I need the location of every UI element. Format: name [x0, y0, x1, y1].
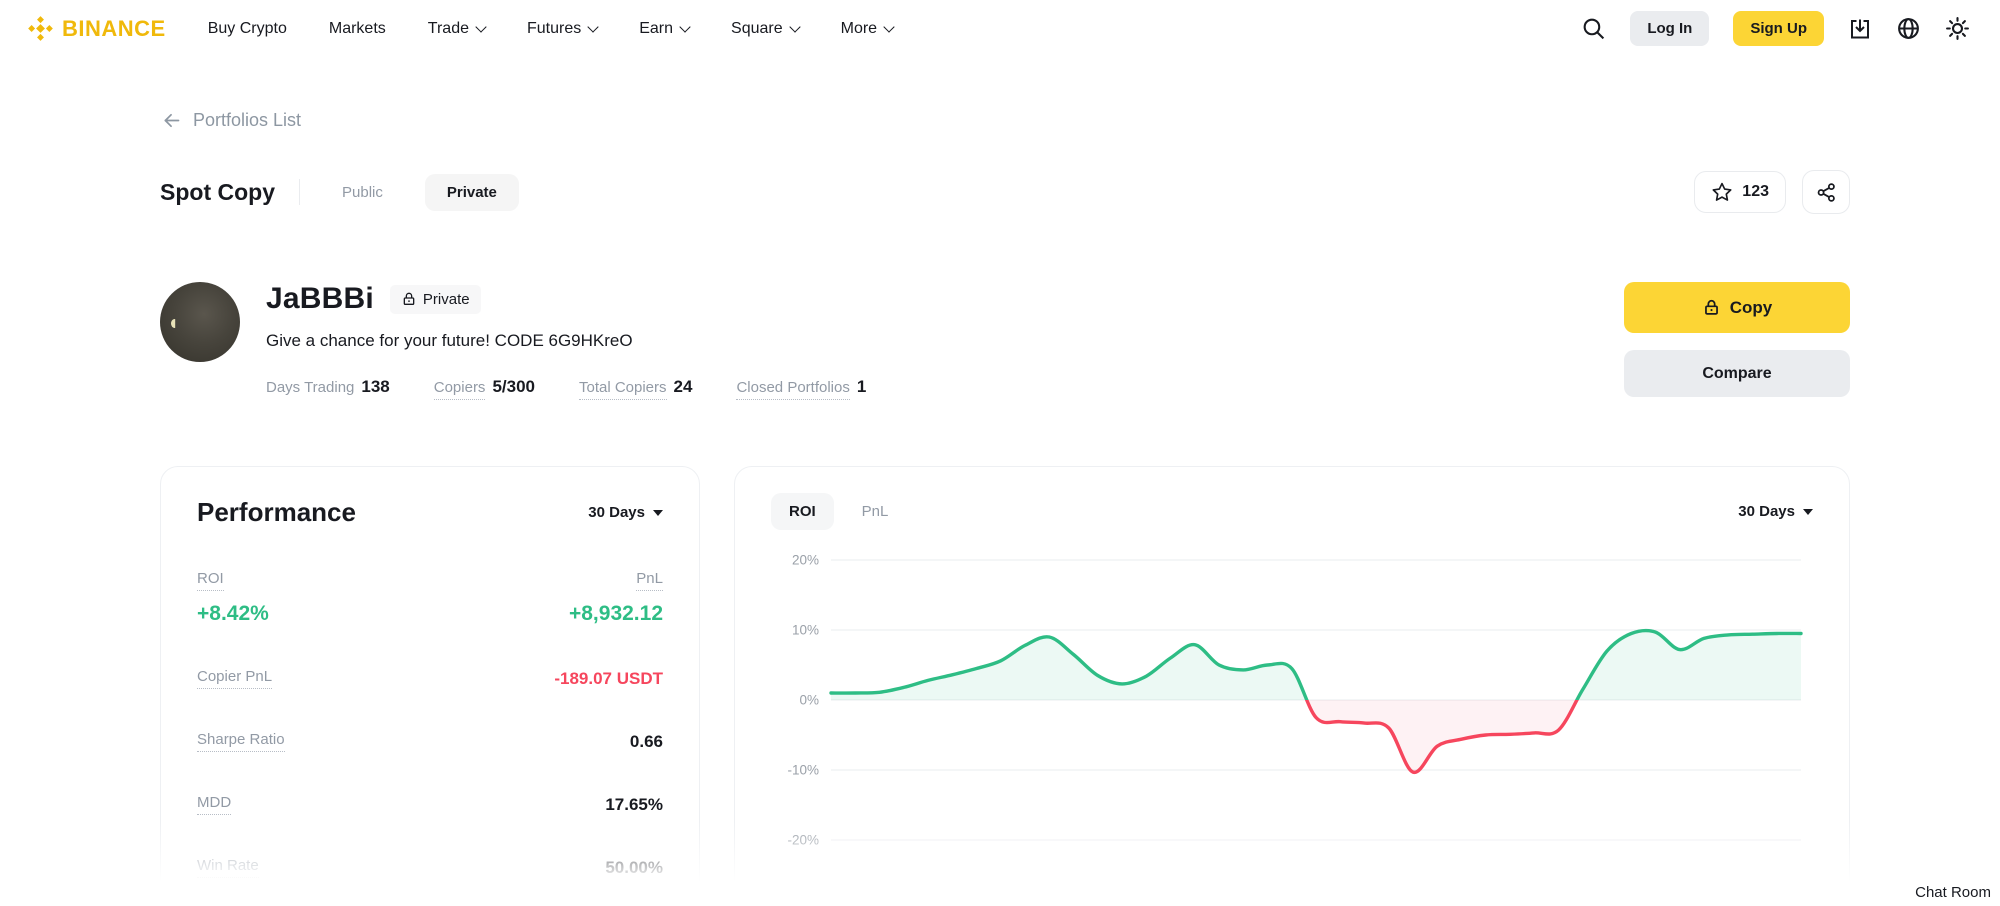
trader-description: Give a chance for your future! CODE 6G9H…: [266, 331, 866, 351]
nav-item-trade[interactable]: Trade: [428, 20, 485, 38]
win-rate-label[interactable]: Win Rate: [197, 857, 259, 878]
sharpe-ratio-value: 0.66: [630, 732, 663, 752]
favorites-count: 123: [1742, 183, 1769, 201]
chevron-down-icon: [883, 21, 894, 32]
avatar-moon-detail: [171, 319, 178, 328]
mdd-row: MDD 17.65%: [197, 794, 663, 815]
share-icon: [1816, 182, 1837, 203]
stat-copiers[interactable]: Copiers 5/300: [434, 377, 535, 400]
mdd-label[interactable]: MDD: [197, 794, 231, 815]
trader-profile: JaBBBi Private Give a chance for your fu…: [160, 282, 1850, 400]
chart-period-select[interactable]: 30 Days: [1738, 503, 1813, 520]
globe-icon[interactable]: [1896, 16, 1921, 41]
roi-chart-card: ROI PnL 30 Days 20% 10% 0% -10% -20%: [734, 466, 1850, 906]
nav-item-buy-crypto[interactable]: Buy Crypto: [208, 20, 287, 38]
roi-chart: 20% 10% 0% -10% -20%: [771, 544, 1813, 894]
search-icon[interactable]: [1581, 16, 1606, 41]
top-nav: BINANCE Buy Crypto Markets Trade Futures…: [0, 0, 2000, 57]
divider: [299, 179, 300, 205]
copier-pnl-row: Copier PnL -189.07 USDT: [197, 668, 663, 689]
caret-down-icon: [653, 510, 663, 516]
mdd-value: 17.65%: [605, 795, 663, 815]
share-button[interactable]: [1802, 170, 1850, 214]
trader-name: JaBBBi: [266, 282, 374, 316]
tab-private[interactable]: Private: [425, 174, 519, 211]
svg-text:-20%: -20%: [787, 833, 819, 848]
nav-item-more[interactable]: More: [841, 20, 893, 38]
binance-logo[interactable]: BINANCE: [27, 15, 166, 42]
lock-icon: [401, 291, 417, 307]
favorite-button[interactable]: 123: [1694, 171, 1786, 213]
copier-pnl-label[interactable]: Copier PnL: [197, 668, 272, 689]
chat-room-button[interactable]: Chat Room: [1909, 880, 1997, 905]
theme-sun-icon[interactable]: [1945, 16, 1970, 41]
nav-item-futures[interactable]: Futures: [527, 20, 597, 38]
copier-pnl-value: -189.07 USDT: [554, 669, 663, 689]
nav-menu: Buy Crypto Markets Trade Futures Earn Sq…: [208, 20, 893, 38]
trader-stats: Days Trading 138 Copiers 5/300 Total Cop…: [266, 377, 866, 400]
stat-days-trading: Days Trading 138: [266, 377, 390, 399]
binance-diamond-icon: [27, 15, 54, 42]
brand-name: BINANCE: [62, 16, 166, 42]
breadcrumb-label: Portfolios List: [193, 110, 301, 131]
sharpe-ratio-row: Sharpe Ratio 0.66: [197, 731, 663, 752]
chevron-down-icon: [475, 21, 486, 32]
avatar[interactable]: [160, 282, 240, 362]
tab-public[interactable]: Public: [324, 175, 401, 210]
svg-text:0%: 0%: [799, 693, 819, 708]
chevron-down-icon: [588, 21, 599, 32]
private-badge: Private: [390, 285, 481, 314]
nav-item-markets[interactable]: Markets: [329, 20, 386, 38]
login-button[interactable]: Log In: [1630, 11, 1709, 46]
performance-card: Performance 30 Days ROI +8.42% PnL +8,93…: [160, 466, 700, 906]
copy-button[interactable]: Copy: [1624, 282, 1850, 333]
nav-item-earn[interactable]: Earn: [639, 20, 689, 38]
pnl-label[interactable]: PnL: [636, 570, 663, 591]
chevron-down-icon: [789, 21, 800, 32]
svg-text:10%: 10%: [792, 623, 819, 638]
page-header: Spot Copy Public Private 123: [160, 170, 1850, 214]
star-icon: [1711, 181, 1733, 203]
win-rate-value: 50.00%: [605, 858, 663, 878]
back-arrow-icon: [161, 110, 182, 131]
nav-item-square[interactable]: Square: [731, 20, 799, 38]
svg-text:-10%: -10%: [787, 763, 819, 778]
binance-copy-trading-page: BINANCE Buy Crypto Markets Trade Futures…: [0, 0, 2000, 906]
pnl-value: +8,932.12: [569, 602, 663, 626]
stat-total-copiers[interactable]: Total Copiers 24: [579, 377, 692, 400]
roi-label[interactable]: ROI: [197, 570, 224, 591]
roi-value: +8.42%: [197, 602, 269, 626]
caret-down-icon: [1803, 509, 1813, 515]
signup-button[interactable]: Sign Up: [1733, 11, 1824, 46]
win-rate-row: Win Rate 50.00%: [197, 857, 663, 878]
chart-tab-roi[interactable]: ROI: [771, 493, 834, 530]
svg-text:20%: 20%: [792, 553, 819, 568]
compare-button[interactable]: Compare: [1624, 350, 1850, 397]
page-title: Spot Copy: [160, 179, 275, 206]
roi-block: ROI +8.42%: [197, 570, 269, 626]
chart-tab-pnl[interactable]: PnL: [862, 503, 889, 520]
chevron-down-icon: [679, 21, 690, 32]
stat-closed-portfolios[interactable]: Closed Portfolios 1: [736, 377, 866, 400]
pnl-block: PnL +8,932.12: [569, 570, 663, 626]
download-icon[interactable]: [1848, 17, 1872, 41]
sharpe-ratio-label[interactable]: Sharpe Ratio: [197, 731, 285, 752]
main-cards: Performance 30 Days ROI +8.42% PnL +8,93…: [160, 466, 1850, 906]
performance-title: Performance: [197, 497, 356, 528]
breadcrumb-portfolios-list[interactable]: Portfolios List: [161, 110, 301, 131]
lock-icon: [1702, 298, 1721, 317]
performance-period-select[interactable]: 30 Days: [588, 504, 663, 521]
